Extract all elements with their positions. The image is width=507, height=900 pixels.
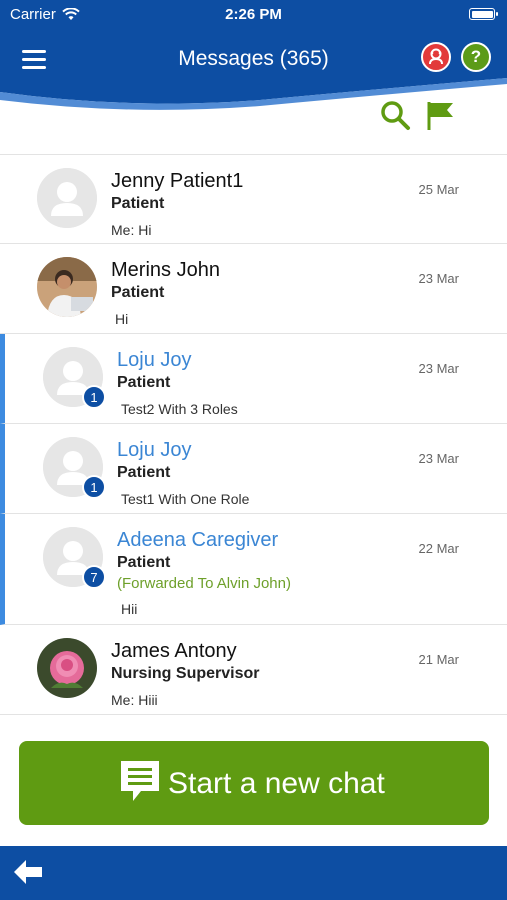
avatar [37, 168, 97, 228]
message-preview: Hi [115, 311, 129, 327]
contact-name: Merins John [111, 259, 220, 281]
battery-icon [469, 8, 498, 20]
unread-badge: 1 [82, 385, 106, 409]
message-preview: Test2 With 3 Roles [121, 401, 238, 417]
avatar [37, 638, 97, 698]
chat-icon [121, 761, 159, 801]
start-new-chat-button[interactable]: Start a new chat [19, 741, 489, 825]
contact-role: Patient [117, 554, 171, 571]
contact-role: Patient [117, 374, 171, 391]
contact-name: Adeena Caregiver [117, 529, 279, 551]
contact-role: Nursing Supervisor [111, 665, 260, 682]
start-new-chat-label: Start a new chat [168, 767, 385, 800]
back-arrow-icon[interactable] [12, 858, 44, 886]
message-row[interactable]: 7 Adeena Caregiver Patient (Forwarded To… [0, 514, 507, 625]
contact-name: Loju Joy [117, 439, 192, 461]
message-preview: Test1 With One Role [121, 491, 250, 507]
message-row[interactable]: James Antony Nursing Supervisor Me: Hiii… [0, 625, 507, 715]
forwarded-note: (Forwarded To Alvin John) [117, 575, 291, 592]
status-bar: Carrier 2:26 PM [0, 0, 507, 28]
unread-badge: 1 [82, 475, 106, 499]
message-row[interactable]: 1 Loju Joy Patient Test2 With 3 Roles 23… [0, 334, 507, 424]
profile-photo [37, 257, 97, 317]
unread-badge: 7 [82, 565, 106, 589]
contact-name: Loju Joy [117, 349, 192, 371]
contact-name: Jenny Patient1 [111, 170, 244, 192]
default-avatar-icon [37, 168, 97, 228]
header: Carrier 2:26 PM Messages (365) ? [0, 0, 507, 110]
contact-role: Patient [111, 284, 165, 301]
search-icon[interactable] [378, 98, 412, 132]
message-preview: Me: Hi [111, 222, 152, 238]
message-date: 23 Mar [418, 271, 459, 286]
message-row[interactable]: Merins John Patient Hi 23 Mar [0, 244, 507, 334]
message-preview: Hii [121, 601, 138, 617]
rose-photo [37, 638, 97, 698]
message-row[interactable]: Jenny Patient1 Patient Me: Hi 25 Mar [0, 154, 507, 244]
toolbar [0, 101, 507, 154]
message-date: 23 Mar [418, 361, 459, 376]
message-preview: Me: Hiii [111, 692, 158, 708]
message-date: 23 Mar [418, 451, 459, 466]
status-time: 2:26 PM [225, 6, 282, 23]
flag-icon[interactable] [423, 98, 457, 132]
contact-name: James Antony [111, 640, 237, 662]
message-row[interactable]: 1 Loju Joy Patient Test1 With One Role 2… [0, 424, 507, 514]
footer-bar [0, 846, 507, 900]
contact-role: Patient [117, 464, 171, 481]
message-date: 22 Mar [418, 541, 459, 556]
contact-role: Patient [111, 195, 165, 212]
message-date: 21 Mar [418, 652, 459, 667]
avatar [37, 257, 97, 317]
message-date: 25 Mar [418, 182, 459, 197]
messages-list: Jenny Patient1 Patient Me: Hi 25 Mar Mer… [0, 154, 507, 715]
